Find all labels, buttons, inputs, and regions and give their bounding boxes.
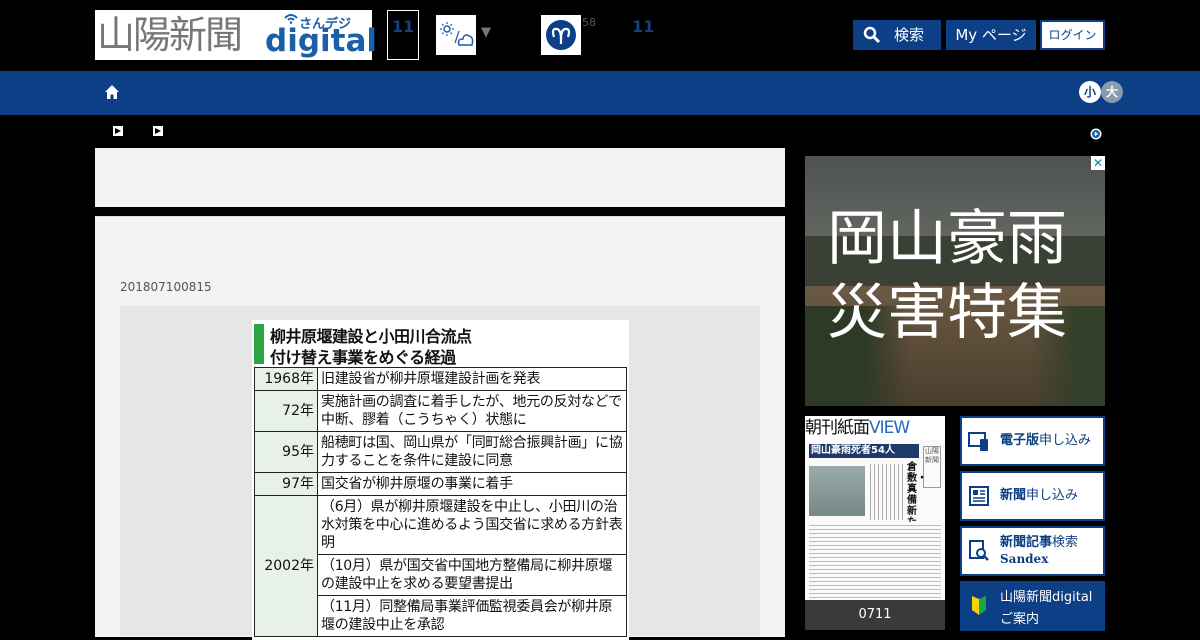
banner-title-line1: 岡山豪雨 [827,204,1067,274]
site-logo[interactable]: 山陽新聞 さんデジ digital [95,10,377,60]
digital-guide-button[interactable]: 山陽新聞digital ご案内 [960,581,1105,631]
paper-photo [809,466,865,516]
article-search-button[interactable]: 新聞記事検索 Sandex [960,526,1105,576]
paper-view-title: 朝刊紙面VIEW [805,416,945,440]
timeline-year: 97年 [254,472,318,496]
article-id: 201807100815 [120,280,212,294]
paper-date: 0711 [805,600,945,630]
ad-slot [95,148,785,207]
font-size-large-button[interactable]: 大 [1101,81,1123,103]
font-size-small-button[interactable]: 小 [1079,81,1101,103]
timeline-year: 2002年 [254,495,318,637]
newspaper-subscribe-button[interactable]: 新聞申し込み [960,471,1105,521]
timeline-event: 旧建設省が柳井原堰建設計画を発表 [317,367,627,391]
timeline-row: 2002年 （6月）県が柳井原堰建設を中止し、小田川の治水対策を中心に進めるよう… [254,495,627,637]
paper-view[interactable]: 朝刊紙面VIEW 岡山豪雨死者54人 山陽新聞 倉敷・真備 新たに18遺体 07… [805,416,945,630]
timeline-event: （11月）同整備局事業評価監視委員会が柳井原堰の建設中止を承認 [317,595,627,637]
banner-title-line2: 災害特集 [827,278,1067,348]
figure-accent-bar [254,324,264,364]
main-nav [0,71,1200,115]
timeline-row: 95年 船穂町は国、岡山県が「同町総合振興計画」に協力することを条件に建設に同意 [254,431,627,473]
timeline-year: 72年 [254,390,318,432]
logo-kanji: 山陽新聞 [97,13,243,57]
timeline-event: （10月）県が国交省中国地方整備局に柳井原堰の建設中止を求める要望書提出 [317,554,627,596]
weather-dropdown-arrow[interactable]: ▼ [481,25,491,40]
digital-guide-sub: ご案内 [1000,612,1040,627]
disaster-special-banner[interactable]: 岡山豪雨 災害特集 ✕ [805,156,1105,406]
timeline-year: 95年 [254,431,318,473]
search-document-icon [969,540,989,561]
search-button[interactable]: 検索 [853,20,941,50]
mypage-button[interactable]: My ページ [946,20,1036,50]
tablet-icon [968,432,988,451]
timeline-row: 97年 国交省が柳井原堰の事業に着手 [254,472,627,496]
beginner-mark-icon [972,596,986,615]
timeline-year: 1968年 [254,367,318,391]
search-label: 検索 [894,26,925,44]
date-box: 11 [387,10,419,60]
digital-subscribe-button[interactable]: 電子版申し込み [960,416,1105,466]
sandex-label: Sandex [1000,552,1049,566]
weather-icon[interactable] [436,15,476,55]
timeline-event: 実施計画の調査に着手したが、地元の反対などで中断、膠着（こうちゃく）状態に [317,390,627,432]
timeline-row: 72年 実施計画の調査に着手したが、地元の反対などで中断、膠着（こうちゃく）状態… [254,390,627,432]
home-icon[interactable] [104,84,120,100]
search-icon [863,26,881,44]
login-button[interactable]: ログイン [1040,20,1105,50]
timeline-event: 国交省が柳井原堰の事業に着手 [317,472,627,496]
date-day-2: 11 [632,17,655,36]
timeline-event: 船穂町は国、岡山県が「同町総合振興計画」に協力することを条件に建設に同意 [317,431,627,473]
small-number: 58 [582,16,596,29]
figure-title-line2: 付け替え事業をめぐる経過 [270,348,456,367]
timeline-row: 1968年 旧建設省が柳井原堰建設計画を発表 [254,367,627,391]
paper-headline: 岡山豪雨死者54人 [809,444,919,458]
figure-header: 柳井原堰建設と小田川合流点 付け替え事業をめぐる経過 [252,320,629,368]
paper-thumbnail: 岡山豪雨死者54人 山陽新聞 倉敷・真備 新たに18遺体 [805,440,945,600]
play-icon[interactable] [1090,128,1102,140]
timeline-event: （6月）県が柳井原堰建設を中止し、小田川の治水対策を中心に進めるよう国交省に求め… [317,495,627,555]
breadcrumb-arrow-icon [153,126,163,136]
newspaper-icon [969,486,989,506]
article-figure[interactable]: 柳井原堰建設と小田川合流点 付け替え事業をめぐる経過 1968年 旧建設省が柳井… [252,320,629,640]
aries-icon[interactable] [541,15,581,55]
timeline-table: 1968年 旧建設省が柳井原堰建設計画を発表 72年 実施計画の調査に着手したが… [254,367,627,637]
logo-digital: digital [265,23,377,59]
ad-close-icon[interactable]: ✕ [1091,156,1105,170]
breadcrumb-arrow-icon [113,126,123,136]
